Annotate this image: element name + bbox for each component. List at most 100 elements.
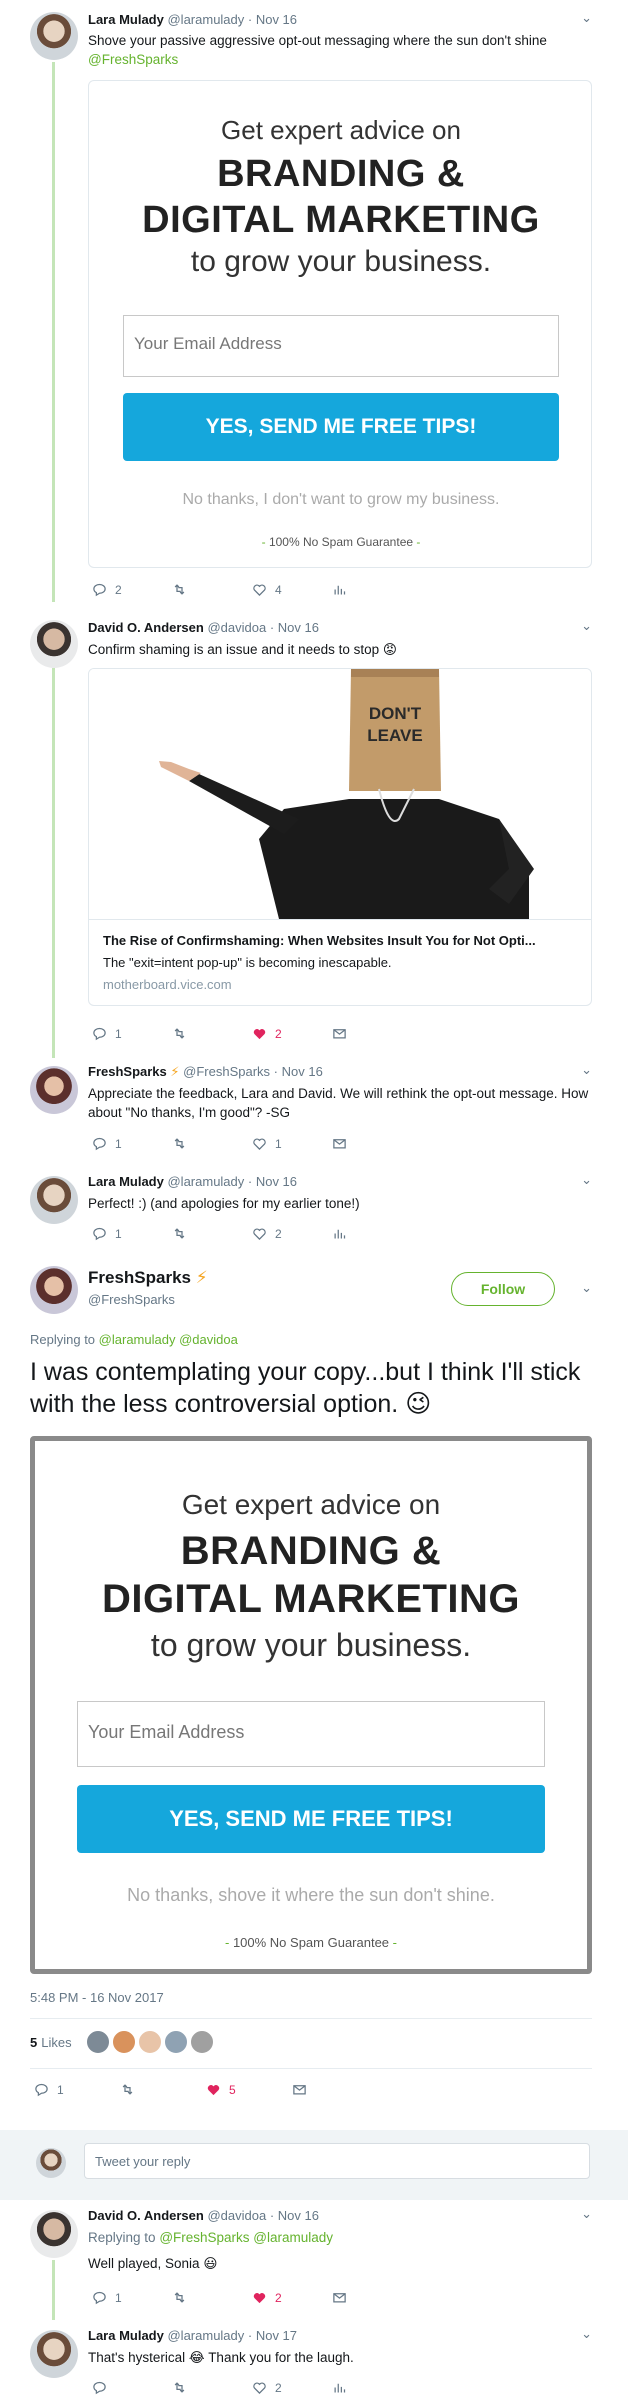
reply-icon — [93, 1227, 106, 1241]
like-button[interactable]: 5 — [206, 2082, 292, 2097]
display-name[interactable]: Lara Mulady — [88, 2328, 164, 2343]
retweet-button[interactable] — [172, 2380, 252, 2395]
reply-button[interactable]: 1 — [92, 2290, 172, 2305]
display-name[interactable]: Lara Mulady — [88, 1174, 164, 1189]
tweet-text: Appreciate the feedback, Lara and David.… — [88, 1086, 589, 1120]
chevron-down-icon[interactable]: ⌄ — [581, 2206, 592, 2222]
mention-link[interactable]: @FreshSparks @laramulady — [159, 2230, 333, 2245]
dm-button[interactable] — [332, 2290, 412, 2305]
smile-emoji: 😃 — [203, 2256, 218, 2271]
avatar[interactable] — [30, 1066, 78, 1114]
reply-button[interactable]: 2 — [92, 582, 172, 597]
retweet-button[interactable] — [172, 2290, 252, 2305]
tweet-date[interactable]: · Nov 17 — [248, 2328, 297, 2343]
liker-avatar[interactable] — [137, 2030, 162, 2054]
like-button[interactable]: 2 — [252, 1026, 332, 1041]
cta-button: YES, SEND ME FREE TIPS! — [123, 393, 559, 461]
reply-button[interactable]: 1 — [34, 2082, 120, 2097]
chevron-down-icon[interactable]: ⌄ — [581, 1172, 592, 1188]
retweet-button[interactable] — [120, 2082, 206, 2097]
handle[interactable]: @laramulady — [167, 2328, 244, 2343]
tweet-date[interactable]: · Nov 16 — [274, 1064, 323, 1079]
liker-avatar[interactable] — [189, 2030, 214, 2054]
retweet-button[interactable] — [172, 582, 252, 597]
handle[interactable]: @davidoa — [207, 620, 266, 635]
display-name[interactable]: FreshSparks ⚡ — [88, 1268, 208, 1288]
tweet-actions: 1 5 — [34, 2082, 372, 2097]
like-button[interactable]: 1 — [252, 1136, 332, 1151]
follow-button[interactable]: Follow — [451, 1272, 555, 1306]
liker-avatar[interactable] — [163, 2030, 188, 2054]
spam-guarantee: - 100% No Spam Guarantee - — [224, 1935, 398, 1950]
chevron-down-icon[interactable]: ⌄ — [581, 10, 592, 26]
retweet-button[interactable] — [172, 1136, 252, 1151]
analytics-icon — [334, 585, 346, 595]
promo-line4: to grow your business. — [150, 1627, 472, 1663]
analytics-button[interactable] — [332, 582, 412, 597]
handle[interactable]: @FreshSparks — [183, 1064, 270, 1079]
retweet-button[interactable] — [172, 1026, 252, 1041]
dm-button[interactable] — [332, 1136, 412, 1151]
avatar[interactable] — [30, 1176, 78, 1224]
handle[interactable]: @FreshSparks — [88, 1292, 175, 1307]
retweet-button[interactable] — [172, 1226, 252, 1241]
reply-button[interactable]: 1 — [92, 1226, 172, 1241]
reply-icon — [93, 1137, 106, 1151]
promo-image-card[interactable]: Get expert advice on BRANDING & DIGITAL … — [88, 80, 592, 568]
card-divider — [89, 919, 591, 920]
like-button[interactable]: 2 — [252, 1226, 332, 1241]
liker-avatar[interactable] — [85, 2030, 110, 2054]
promo-image-card[interactable]: Get expert advice on BRANDING & DIGITAL … — [30, 1436, 592, 1974]
display-name[interactable]: David O. Andersen — [88, 620, 204, 635]
mention-link[interactable]: @FreshSparks — [88, 50, 588, 69]
handle[interactable]: @laramulady — [167, 12, 244, 27]
display-name[interactable]: Lara Mulady — [88, 12, 164, 27]
avatar[interactable] — [30, 2330, 78, 2378]
tweet-reply-input[interactable]: Tweet your reply — [84, 2143, 590, 2179]
avatar[interactable] — [30, 2210, 78, 2258]
tweet-header: David O. Andersen @davidoa · Nov 16 — [88, 2208, 319, 2223]
dm-button[interactable] — [332, 1026, 412, 1041]
likes-summary[interactable]: 5 Likes — [30, 2030, 216, 2054]
analytics-button[interactable] — [332, 2380, 412, 2395]
tweet-actions: 2 4 — [92, 582, 412, 597]
display-name[interactable]: David O. Andersen — [88, 2208, 204, 2223]
display-name[interactable]: FreshSparks — [88, 1064, 167, 1079]
retweet-icon — [174, 1138, 185, 1149]
reply-button[interactable]: 1 — [92, 1026, 172, 1041]
chevron-down-icon[interactable]: ⌄ — [581, 1280, 592, 1296]
avatar[interactable] — [30, 12, 78, 60]
avatar[interactable] — [30, 620, 78, 668]
promo-line2: BRANDING & — [180, 1529, 442, 1573]
card-description: The "exit=intent pop-up" is becoming ine… — [103, 955, 392, 970]
like-button[interactable]: 4 — [252, 582, 332, 597]
mention-link[interactable]: @laramulady @davidoa — [99, 1332, 238, 1347]
like-button[interactable]: 2 — [252, 2290, 332, 2305]
chevron-down-icon[interactable]: ⌄ — [581, 618, 592, 634]
reply-button[interactable]: 1 — [92, 1136, 172, 1151]
reply-avatar — [36, 2148, 66, 2178]
link-card[interactable]: DON'T LEAVE The Rise of Confirmshaming: … — [88, 668, 592, 1006]
card-title: The Rise of Confirmshaming: When Website… — [103, 933, 536, 948]
spam-guarantee: - 100% No Spam Guarantee - — [261, 535, 421, 549]
liker-avatar[interactable] — [111, 2030, 136, 2054]
dm-button[interactable] — [292, 2082, 372, 2097]
handle[interactable]: @davidoa — [207, 2208, 266, 2223]
reply-button[interactable] — [92, 2380, 172, 2395]
tweet-timestamp[interactable]: 5:48 PM - 16 Nov 2017 — [30, 1990, 164, 2005]
analytics-button[interactable] — [332, 1226, 412, 1241]
envelope-icon — [333, 1029, 346, 1039]
avatar[interactable] — [30, 1266, 78, 1314]
tweet-header: Lara Mulady @laramulady · Nov 16 — [88, 1174, 297, 1189]
tweet-date[interactable]: · Nov 16 — [270, 620, 319, 635]
retweet-icon — [174, 584, 185, 595]
like-button[interactable]: 2 — [252, 2380, 332, 2395]
tweet-date[interactable]: · Nov 16 — [270, 2208, 319, 2223]
chevron-down-icon[interactable]: ⌄ — [581, 1062, 592, 1078]
tweet-header: David O. Andersen @davidoa · Nov 16 — [88, 620, 319, 635]
tweet-date[interactable]: · Nov 16 — [248, 1174, 297, 1189]
tweet-date[interactable]: · Nov 16 — [248, 12, 297, 27]
handle[interactable]: @laramulady — [167, 1174, 244, 1189]
svg-text:DON'T: DON'T — [369, 704, 422, 723]
chevron-down-icon[interactable]: ⌄ — [581, 2326, 592, 2342]
